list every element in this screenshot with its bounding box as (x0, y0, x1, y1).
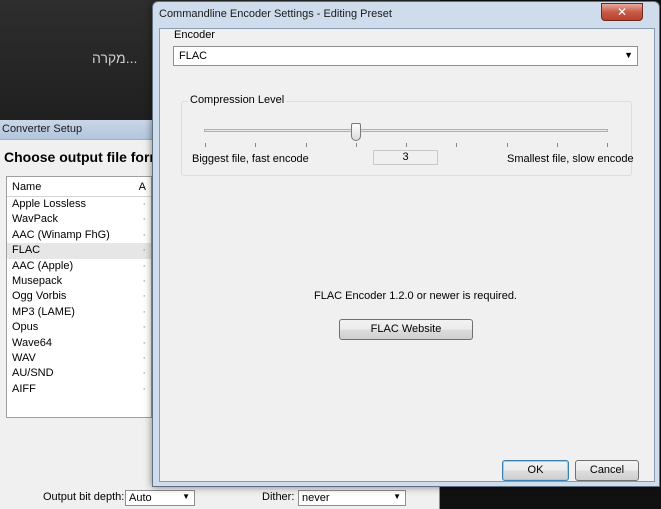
format-col2: · (142, 382, 146, 395)
background-text: מקרה... (92, 50, 138, 66)
cancel-button[interactable]: Cancel (575, 460, 639, 481)
format-col2: · (142, 228, 146, 241)
slider-tick (355, 143, 357, 147)
requirement-text: FLAC Encoder 1.2.0 or newer is required. (314, 290, 517, 302)
format-list-item[interactable]: AAC (Apple) · (7, 259, 151, 274)
format-list-item[interactable]: WAV · (7, 351, 151, 366)
chevron-down-icon: ▼ (182, 492, 190, 501)
bit-depth-select[interactable]: Auto ▼ (125, 490, 195, 506)
format-name: FLAC (12, 244, 41, 257)
format-name: Apple Lossless (12, 198, 86, 210)
slider-tick (607, 143, 608, 147)
format-name: WAV (12, 351, 36, 364)
format-list-item[interactable]: Ogg Vorbis · (7, 289, 151, 304)
slider-left-label: Biggest file, fast encode (192, 153, 309, 165)
encoder-settings-dialog: Commandline Encoder Settings - Editing P… (152, 1, 660, 487)
format-list-item[interactable]: MP3 (LAME) · (7, 305, 151, 320)
slider-tick (456, 143, 458, 147)
column-name-header[interactable]: Name (12, 181, 41, 193)
format-name: AIFF (12, 382, 36, 395)
dither-label: Dither: (262, 491, 295, 503)
slider-tick (255, 143, 257, 147)
format-name: AAC (Winamp FhG) (12, 228, 110, 241)
format-list-item[interactable]: AAC (Winamp FhG) · (7, 228, 151, 243)
format-col2: · (142, 198, 146, 210)
compression-slider-track[interactable] (204, 129, 608, 132)
format-list-header: Name A (7, 177, 151, 197)
format-col2: · (142, 351, 146, 364)
format-col2: · (142, 259, 146, 272)
format-name: Ogg Vorbis (12, 290, 67, 303)
format-col2: · (142, 290, 146, 303)
format-list-item[interactable]: Apple Lossless · (7, 197, 151, 212)
encoder-value: FLAC (179, 50, 208, 62)
compression-slider-thumb[interactable] (350, 123, 361, 141)
chevron-down-icon: ▼ (624, 50, 633, 60)
format-col2: · (142, 274, 146, 287)
encoder-select[interactable]: FLAC ▼ (173, 46, 638, 66)
format-name: Musepack (12, 274, 63, 287)
slider-tick (506, 143, 508, 147)
column-2-header[interactable]: A (139, 181, 146, 193)
format-name: Opus (12, 321, 39, 334)
format-name: WavPack (12, 213, 59, 226)
slider-tick (305, 143, 307, 147)
bit-depth-label: Output bit depth: (43, 491, 125, 503)
format-col2: · (142, 336, 146, 349)
format-col2: · (142, 213, 146, 226)
format-col2: · (142, 367, 146, 380)
format-name: AU/SND (12, 367, 54, 380)
format-list-item[interactable]: Musepack · (7, 274, 151, 289)
format-list-item[interactable]: Opus · (7, 320, 151, 335)
format-list-item[interactable]: FLAC · (7, 243, 151, 259)
slider-tick (205, 143, 206, 147)
close-button[interactable]: ✕ (601, 3, 643, 21)
bit-depth-value: Auto (129, 492, 152, 504)
slider-right-label: Smallest file, slow encode (507, 153, 634, 165)
format-name: MP3 (LAME) (12, 305, 75, 318)
format-list-item[interactable]: AU/SND · (7, 366, 151, 381)
format-list[interactable]: Name A Apple Lossless · WavPack · AAC (Winam… (6, 176, 152, 418)
dither-value: never (302, 492, 330, 504)
ok-button[interactable]: OK (502, 460, 569, 481)
format-col2: · (142, 305, 146, 318)
chevron-down-icon: ▼ (393, 492, 401, 501)
slider-tick (406, 143, 407, 147)
converter-heading: Choose output file form (4, 149, 162, 165)
slider-tick (556, 143, 558, 147)
format-list-item[interactable]: WavPack · (7, 212, 151, 227)
dither-select[interactable]: never ▼ (298, 490, 406, 506)
format-list-item[interactable]: Wave64 · (7, 336, 151, 351)
format-list-item[interactable]: AIFF · (7, 382, 151, 397)
encoder-label: Encoder (174, 29, 215, 41)
dialog-title: Commandline Encoder Settings - Editing P… (159, 8, 392, 20)
format-name: Wave64 (12, 336, 52, 349)
flac-website-button[interactable]: FLAC Website (339, 319, 473, 340)
format-col2: · (142, 244, 146, 257)
format-name: AAC (Apple) (12, 259, 74, 272)
compression-title: Compression Level (188, 94, 287, 106)
compression-value: 3 (373, 150, 438, 165)
format-col2: · (142, 321, 146, 334)
